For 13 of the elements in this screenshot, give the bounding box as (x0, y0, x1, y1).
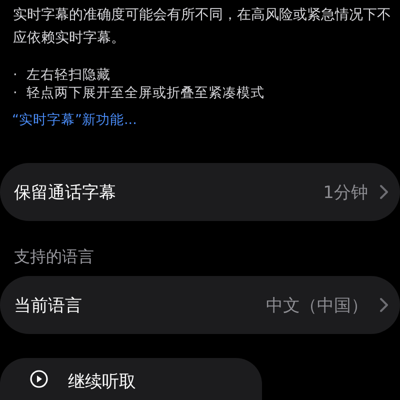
resume-listening-button[interactable]: 继续听取 (0, 358, 262, 400)
tip-text: 轻点两下展开至全屏或折叠至紧凑模式 (26, 84, 264, 102)
bullet-mark: · (13, 84, 18, 102)
chevron-icon (380, 185, 388, 199)
play-icon (30, 370, 48, 388)
settings-row[interactable]: 当前语言 中文（中国） (0, 276, 400, 334)
tip-text: 左右轻扫隐藏 (26, 66, 110, 84)
settings-row[interactable]: 保留通话字幕 1分钟 (0, 163, 400, 221)
bullet-mark: · (13, 66, 18, 84)
section-header: 支持的语言 (14, 247, 95, 268)
description-text: 实时字幕的准确度可能会有所不同，在高风险或紧急情况下不应依赖实时字幕。 (13, 6, 392, 48)
chevron-icon (380, 298, 388, 312)
whats-new-link[interactable]: “实时字幕”新功能... (12, 112, 137, 128)
